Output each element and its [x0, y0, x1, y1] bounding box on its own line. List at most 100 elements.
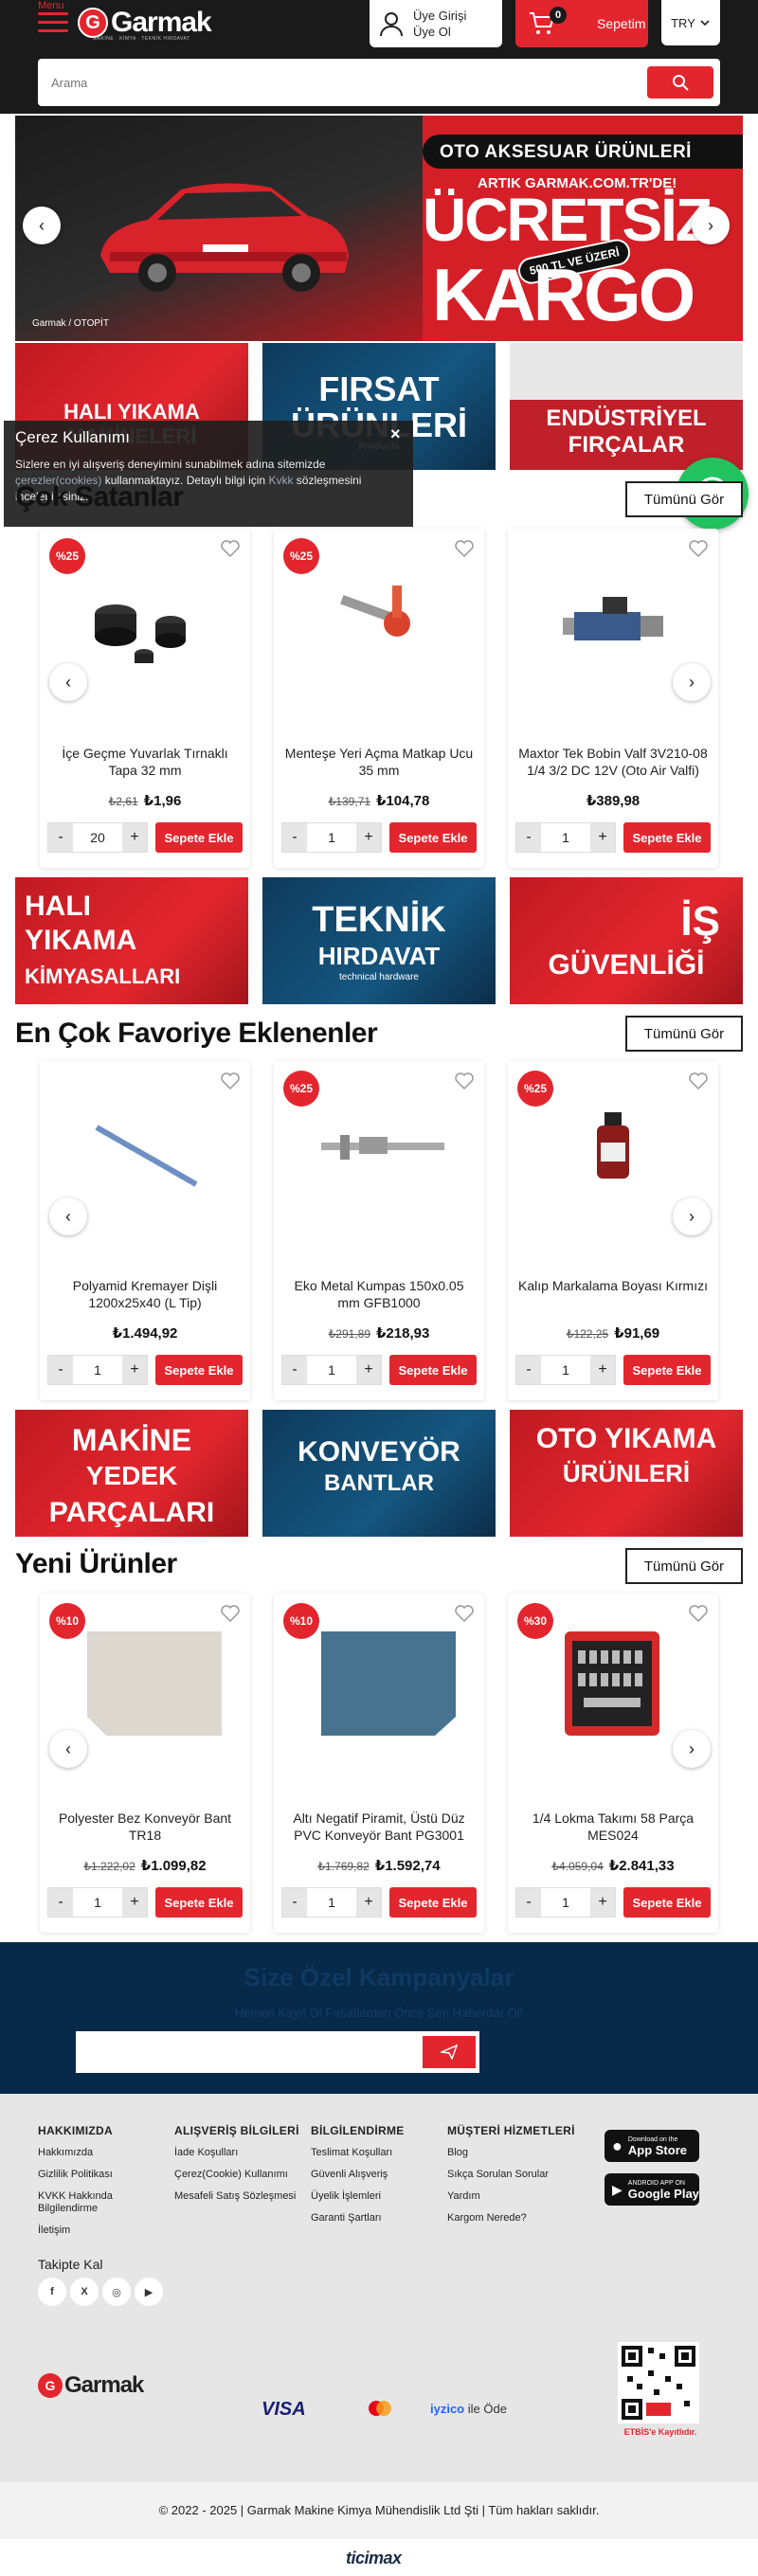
footer-link[interactable]: Yardım	[447, 2190, 589, 2203]
heart-icon[interactable]	[220, 1603, 241, 1624]
etbis-qr[interactable]: ETBİS'e Kayıtlıdır.	[603, 2342, 716, 2442]
banner-carpet-chemicals[interactable]: HALI YIKAMA KİMYASALLARI	[15, 877, 248, 1004]
bestsellers-see-all-button[interactable]: Tümünü Gör	[625, 481, 743, 517]
heart-icon[interactable]	[454, 538, 475, 559]
favorites-prev-arrow[interactable]: ‹	[49, 1198, 87, 1235]
heart-icon[interactable]	[454, 1603, 475, 1624]
heart-icon[interactable]	[688, 1603, 709, 1624]
footer-link[interactable]: Çerez(Cookie) Kullanımı	[174, 2169, 307, 2181]
banner-machine-spare-parts[interactable]: MAKİNE YEDEK PARÇALARI	[15, 1410, 248, 1537]
product-name[interactable]: Polyester Bez Konveyör Bant TR18	[47, 1810, 243, 1844]
add-to-cart-button[interactable]: Sepete Ekle	[623, 1355, 711, 1385]
product-name[interactable]: Menteşe Yeri Açma Matkap Ucu 35 mm	[281, 745, 477, 779]
add-to-cart-button[interactable]: Sepete Ekle	[389, 1887, 477, 1918]
quantity-value[interactable]: 1	[73, 1895, 122, 1910]
banner-industrial-brushes[interactable]: ENDÜSTRİYEL FIRÇALAR	[510, 343, 743, 470]
bestsellers-prev-arrow[interactable]: ‹	[49, 663, 87, 701]
quantity-value[interactable]: 1	[307, 1895, 356, 1910]
bestsellers-next-arrow[interactable]: ›	[673, 663, 711, 701]
decrease-button[interactable]: -	[282, 1888, 307, 1917]
heart-icon[interactable]	[688, 1071, 709, 1091]
increase-button[interactable]: +	[590, 1888, 615, 1917]
increase-button[interactable]: +	[590, 1356, 615, 1384]
heart-icon[interactable]	[220, 1071, 241, 1091]
decrease-button[interactable]: -	[48, 823, 73, 852]
increase-button[interactable]: +	[590, 823, 615, 852]
quantity-value[interactable]: 1	[541, 1895, 590, 1910]
decrease-button[interactable]: -	[282, 823, 307, 852]
hero-prev-arrow[interactable]: ‹	[23, 207, 61, 244]
hamburger-menu-icon[interactable]	[38, 12, 68, 37]
close-icon[interactable]: ×	[390, 424, 401, 444]
footer-link[interactable]: İade Koşulları	[174, 2147, 307, 2159]
footer-link[interactable]: Garanti Şartları	[311, 2212, 443, 2225]
footer-link[interactable]: İletişim	[38, 2225, 161, 2237]
quantity-value[interactable]: 1	[307, 830, 356, 845]
cart-button[interactable]: 0 Sepetim	[515, 0, 648, 47]
increase-button[interactable]: +	[122, 1888, 147, 1917]
x-twitter-icon[interactable]: X	[70, 2278, 99, 2306]
add-to-cart-button[interactable]: Sepete Ekle	[389, 822, 477, 853]
product-name[interactable]: Altı Negatif Piramit, Üstü Düz PVC Konve…	[281, 1810, 477, 1844]
add-to-cart-button[interactable]: Sepete Ekle	[623, 822, 711, 853]
product-name[interactable]: Kalıp Markalama Boyası Kırmızı	[515, 1277, 711, 1294]
banner-car-wash-products[interactable]: OTO YIKAMA ÜRÜNLERİ	[510, 1410, 743, 1537]
heart-icon[interactable]	[220, 538, 241, 559]
instagram-icon[interactable]: ◎	[102, 2278, 131, 2306]
youtube-icon[interactable]: ▶	[135, 2278, 163, 2306]
increase-button[interactable]: +	[356, 823, 381, 852]
add-to-cart-button[interactable]: Sepete Ekle	[155, 1355, 243, 1385]
newsletter-submit-button[interactable]	[423, 2036, 476, 2068]
facebook-icon[interactable]: f	[38, 2278, 66, 2306]
product-name[interactable]: 1/4 Lokma Takımı 58 Parça MES024	[515, 1810, 711, 1844]
currency-selector[interactable]: TRY	[661, 0, 720, 45]
quantity-value[interactable]: 1	[541, 1362, 590, 1378]
footer-link[interactable]: Mesafeli Satış Sözleşmesi	[174, 2190, 307, 2203]
quantity-value[interactable]: 1	[307, 1362, 356, 1378]
decrease-button[interactable]: -	[48, 1888, 73, 1917]
favorites-see-all-button[interactable]: Tümünü Gör	[625, 1016, 743, 1052]
login-button[interactable]: Üye Girişi Üye Ol	[370, 0, 502, 47]
footer-link[interactable]: KVKK Hakkında Bilgilendirme	[38, 2190, 161, 2215]
add-to-cart-button[interactable]: Sepete Ekle	[389, 1355, 477, 1385]
heart-icon[interactable]	[454, 1071, 475, 1091]
new-products-next-arrow[interactable]: ›	[673, 1730, 711, 1768]
footer-link[interactable]: Üyelik İşlemleri	[311, 2190, 443, 2203]
footer-link[interactable]: Sıkça Sorulan Sorular	[447, 2169, 589, 2181]
footer-link[interactable]: Teslimat Koşulları	[311, 2147, 443, 2159]
site-logo[interactable]: G Garmak	[78, 6, 212, 40]
google-play-button[interactable]: ▶ ANDROID APP ON Google Play	[605, 2173, 699, 2206]
decrease-button[interactable]: -	[516, 1356, 541, 1384]
increase-button[interactable]: +	[356, 1888, 381, 1917]
footer-link[interactable]: Gizlilik Politikası	[38, 2169, 161, 2181]
decrease-button[interactable]: -	[516, 1888, 541, 1917]
hero-next-arrow[interactable]: ›	[692, 207, 730, 244]
add-to-cart-button[interactable]: Sepete Ekle	[623, 1887, 711, 1918]
banner-conveyor-belts[interactable]: KONVEYÖR BANTLAR	[262, 1410, 496, 1537]
product-card[interactable]: %25 Menteşe Yeri Açma Matkap Ucu 35 mm ₺…	[274, 529, 484, 868]
search-button[interactable]	[647, 66, 713, 99]
footer-logo[interactable]: G Garmak	[38, 2372, 144, 2399]
footer-link[interactable]: Kargom Nerede?	[447, 2212, 589, 2225]
banner-technical-hardware[interactable]: TEKNİK HIRDAVAT technical hardware	[262, 877, 496, 1004]
increase-button[interactable]: +	[122, 1356, 147, 1384]
quantity-value[interactable]: 1	[541, 830, 590, 845]
ticimax-footer[interactable]: ticimax	[0, 2539, 758, 2576]
decrease-button[interactable]: -	[282, 1356, 307, 1384]
favorites-next-arrow[interactable]: ›	[673, 1198, 711, 1235]
product-name[interactable]: Eko Metal Kumpas 150x0.05 mm GFB1000	[281, 1277, 477, 1311]
search-input[interactable]	[51, 72, 620, 93]
heart-icon[interactable]	[688, 538, 709, 559]
hero-slider[interactable]: OTO AKSESUAR ÜRÜNLERİ ARTIK GARMAK.COM.T…	[15, 116, 743, 341]
product-name[interactable]: Maxtor Tek Bobin Valf 3V210-08 1/4 3/2 D…	[515, 745, 711, 779]
product-card[interactable]: %25 Eko Metal Kumpas 150x0.05 mm GFB1000…	[274, 1061, 484, 1400]
kvkk-link[interactable]: Kvkk	[268, 474, 293, 487]
decrease-button[interactable]: -	[48, 1356, 73, 1384]
quantity-value[interactable]: 20	[73, 830, 122, 845]
new-products-see-all-button[interactable]: Tümünü Gör	[625, 1548, 743, 1584]
quantity-value[interactable]: 1	[73, 1362, 122, 1378]
new-products-prev-arrow[interactable]: ‹	[49, 1730, 87, 1768]
newsletter-email-input[interactable]	[76, 2031, 479, 2073]
product-name[interactable]: İçe Geçme Yuvarlak Tırnaklı Tapa 32 mm	[47, 745, 243, 779]
footer-link[interactable]: Güvenli Alışveriş	[311, 2169, 443, 2181]
